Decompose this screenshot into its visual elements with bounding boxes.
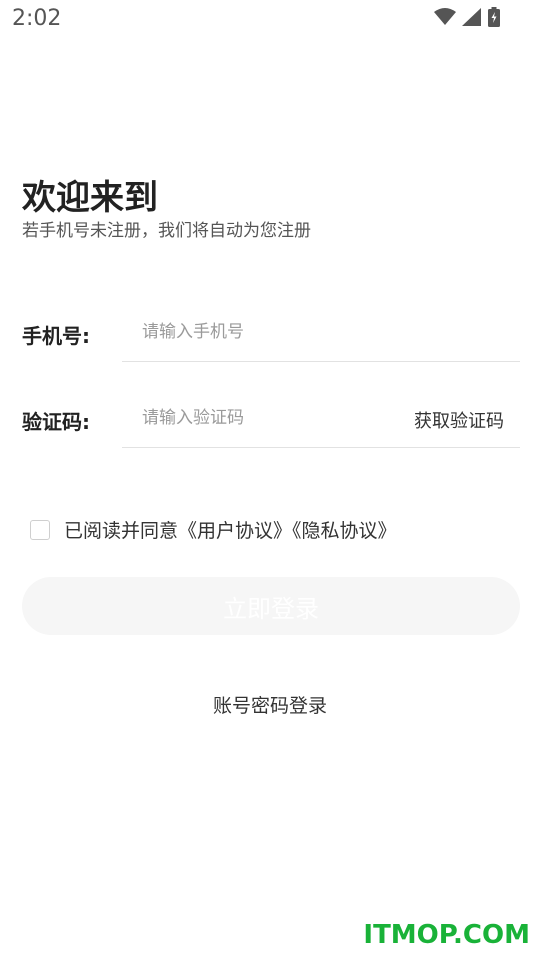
login-button[interactable]: 立即登录 (22, 577, 520, 635)
code-field-row: 验证码: 获取验证码 (22, 388, 520, 448)
phone-label: 手机号: (22, 324, 90, 348)
password-login-link[interactable]: 账号密码登录 (0, 691, 540, 718)
status-icons (434, 7, 500, 27)
cellular-signal-icon (462, 8, 481, 26)
welcome-title: 欢迎来到 (22, 178, 158, 218)
code-label: 验证码: (22, 410, 90, 434)
status-bar: 2:02 (0, 0, 540, 40)
phone-input[interactable] (122, 302, 520, 362)
agreement-row: 已阅读并同意《用户协议》《隐私协议》 (30, 516, 397, 543)
status-time: 2:02 (12, 6, 62, 31)
phone-field-row: 手机号: (22, 302, 520, 362)
agreement-text[interactable]: 已阅读并同意《用户协议》《隐私协议》 (64, 516, 397, 543)
get-code-button[interactable]: 获取验证码 (414, 407, 504, 433)
welcome-subtitle: 若手机号未注册，我们将自动为您注册 (22, 221, 311, 241)
agreement-checkbox[interactable] (30, 519, 50, 540)
battery-icon (488, 7, 500, 27)
watermark: ITMOP.COM (363, 920, 530, 950)
wifi-icon (434, 8, 456, 25)
